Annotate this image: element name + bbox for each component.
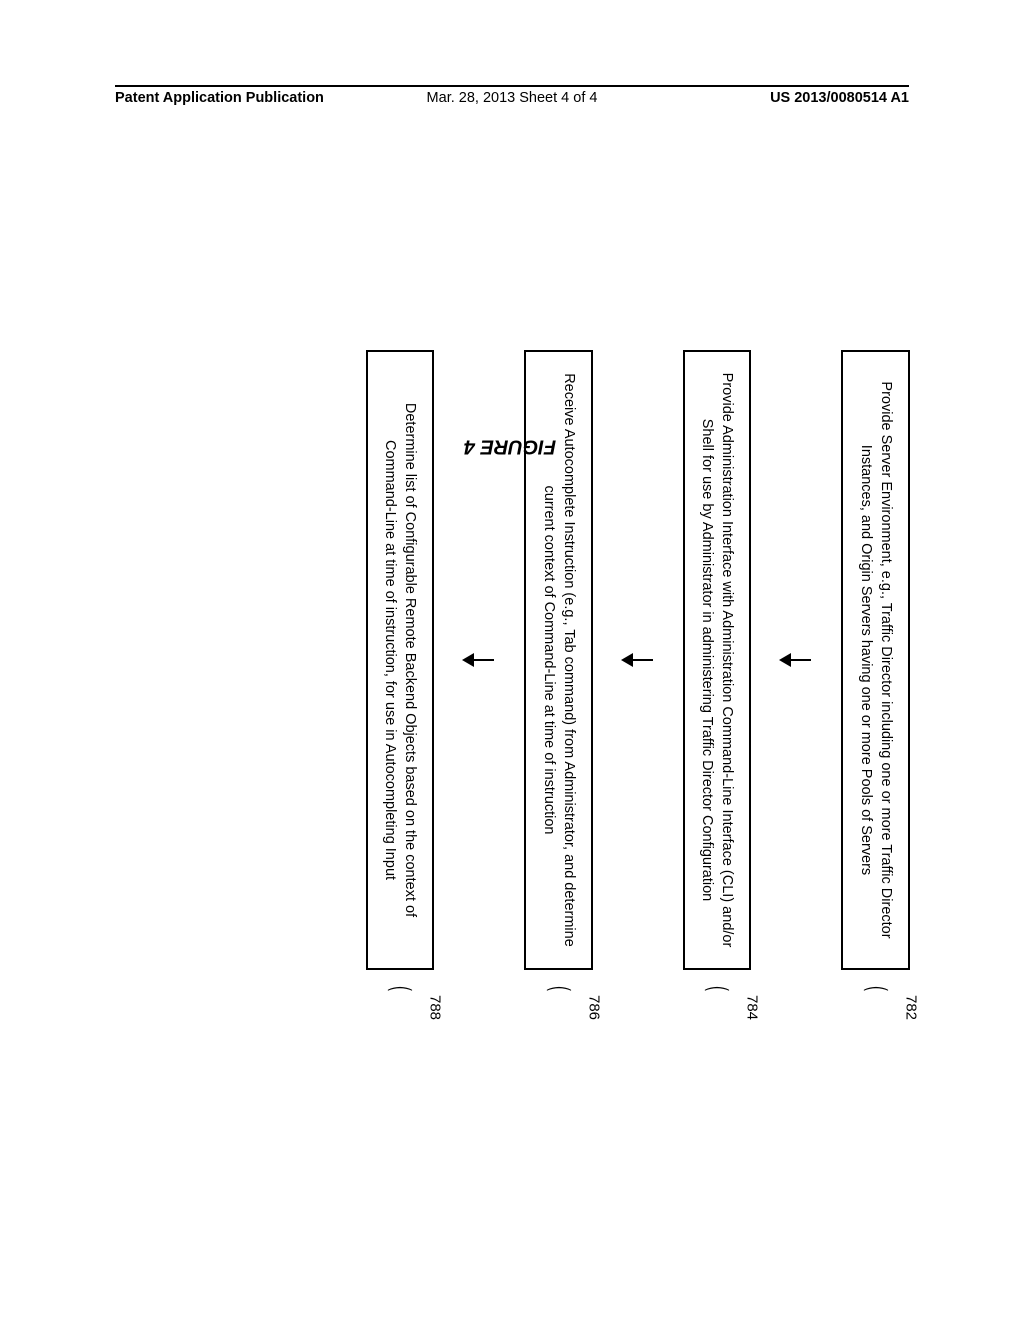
flowchart-step-1: Provide Server Environment, e.g., Traffi… bbox=[841, 350, 910, 970]
step-box: Provide Administration Interface with Ad… bbox=[683, 350, 752, 970]
reference-number: 786 bbox=[585, 995, 602, 1020]
step-box: Determine list of Configurable Remote Ba… bbox=[366, 350, 435, 970]
reference-connector: ⏝ 786 bbox=[543, 985, 574, 1010]
reference-connector: ⏝ 788 bbox=[384, 985, 415, 1010]
bracket-icon: ⏝ bbox=[546, 987, 571, 1009]
header-publication-number: US 2013/0080514 A1 bbox=[770, 90, 909, 106]
flowchart-diagram: Provide Server Environment, e.g., Traffi… bbox=[110, 350, 910, 970]
flowchart: Provide Server Environment, e.g., Traffi… bbox=[366, 350, 910, 970]
reference-number: 784 bbox=[744, 995, 761, 1020]
flowchart-step-2: Provide Administration Interface with Ad… bbox=[683, 350, 752, 970]
reference-number: 782 bbox=[902, 995, 919, 1020]
step-box: Provide Server Environment, e.g., Traffi… bbox=[841, 350, 910, 970]
header-date-sheet: Mar. 28, 2013 Sheet 4 of 4 bbox=[427, 90, 598, 106]
bracket-icon: ⏝ bbox=[387, 987, 412, 1009]
flowchart-step-4: Determine list of Configurable Remote Ba… bbox=[366, 350, 435, 970]
header-rule bbox=[115, 85, 909, 87]
header-publication-type: Patent Application Publication bbox=[115, 90, 324, 106]
bracket-icon: ⏝ bbox=[863, 987, 888, 1009]
arrow-down-icon bbox=[623, 659, 653, 661]
figure-label: FIGURE 4 bbox=[464, 435, 556, 458]
reference-number: 788 bbox=[426, 995, 443, 1020]
reference-connector: ⏝ 784 bbox=[702, 985, 733, 1010]
reference-connector: ⏝ 782 bbox=[860, 985, 891, 1010]
bracket-icon: ⏝ bbox=[705, 987, 730, 1009]
arrow-down-icon bbox=[464, 659, 494, 661]
arrow-down-icon bbox=[781, 659, 811, 661]
